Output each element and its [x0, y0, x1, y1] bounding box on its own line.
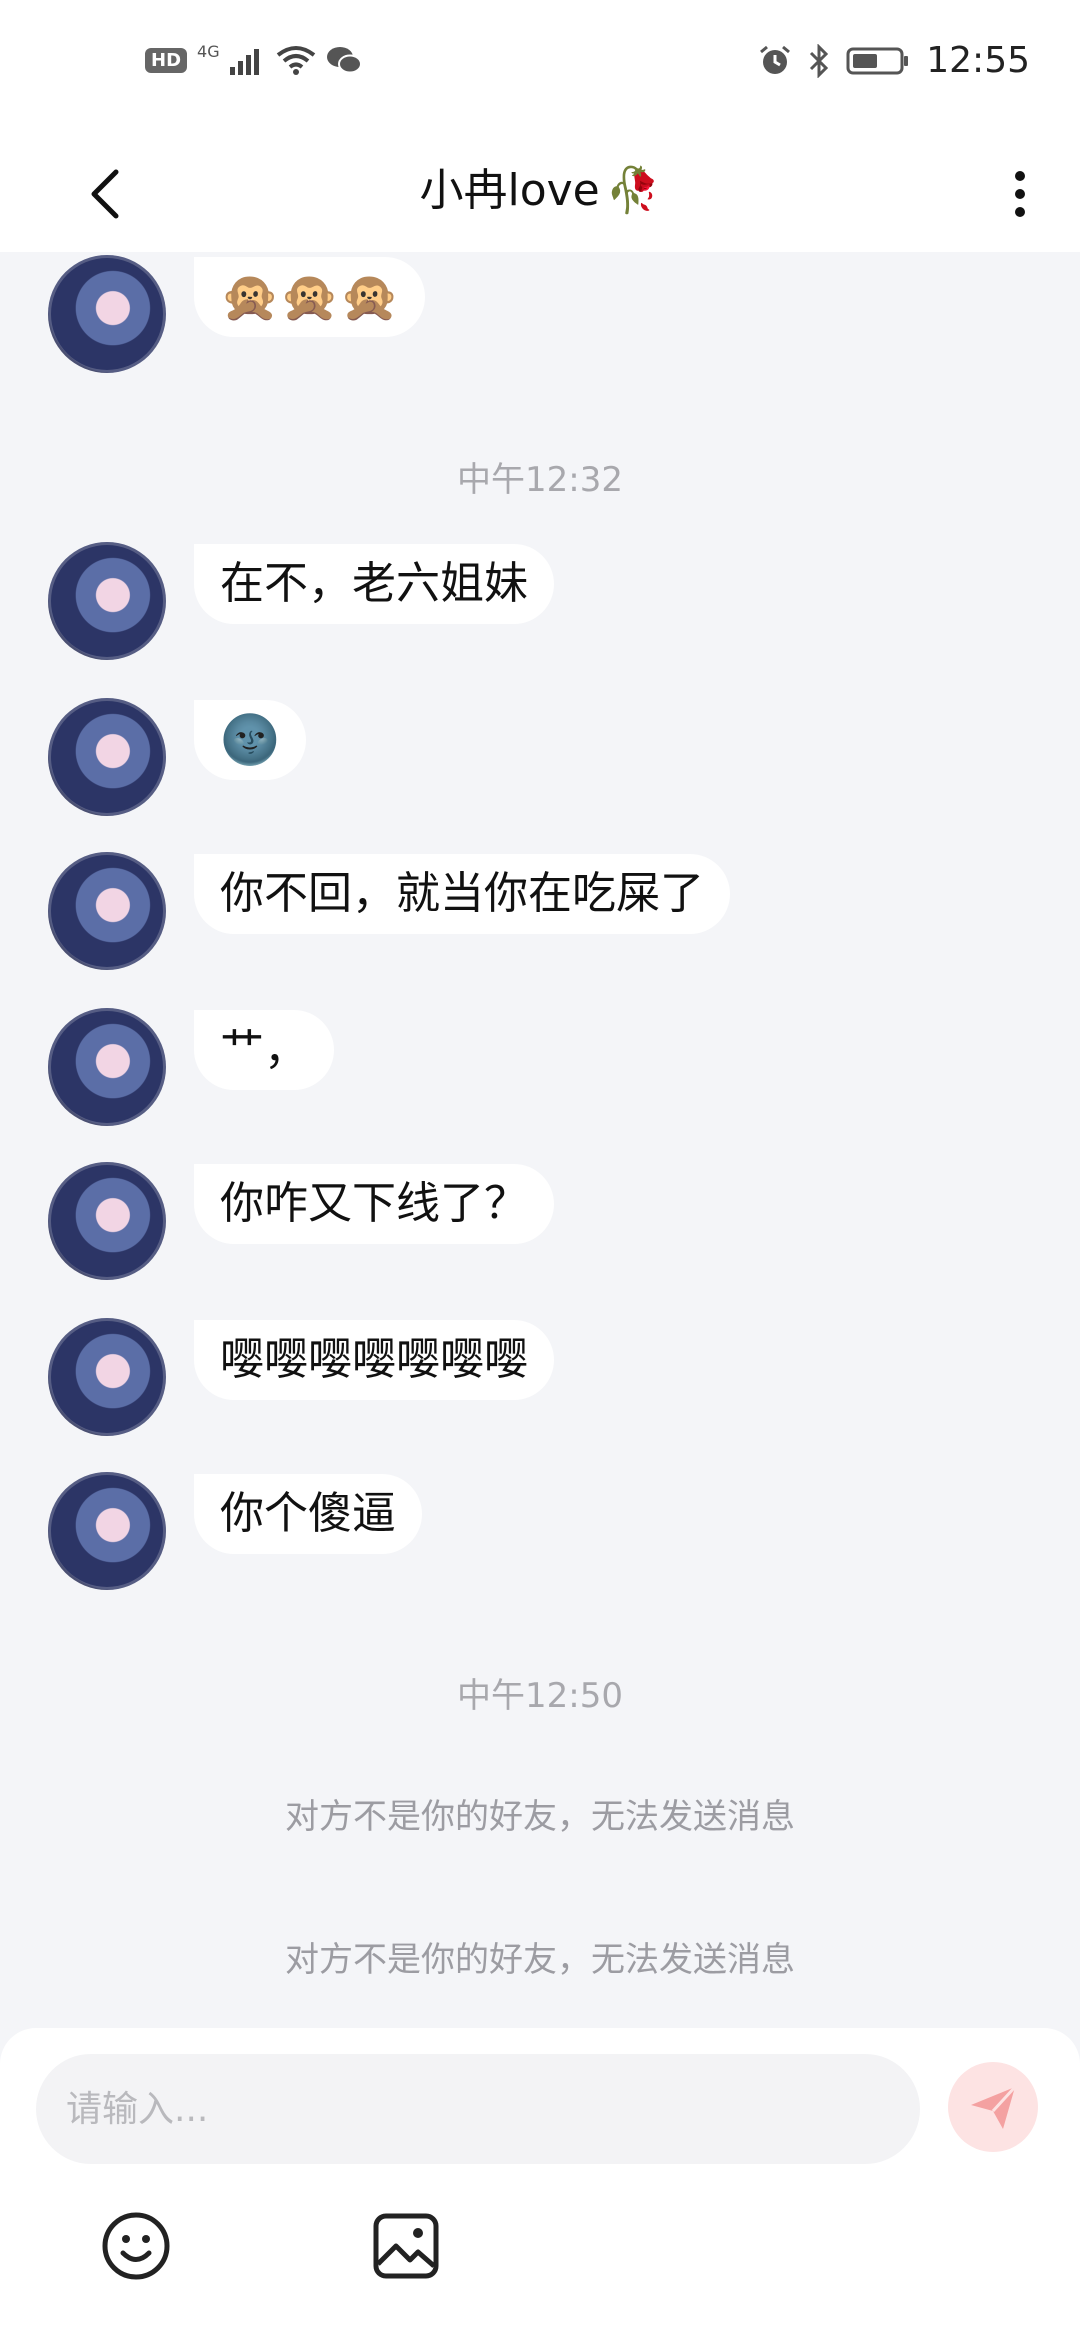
system-notice: 对方不是你的好友，无法发送消息 [285, 1797, 795, 1837]
avatar[interactable] [48, 255, 166, 373]
avatar[interactable] [48, 1162, 166, 1280]
message-bubble[interactable]: 你个傻逼 [194, 1474, 422, 1554]
emoji-button[interactable] [96, 2206, 176, 2286]
image-button[interactable] [366, 2206, 446, 2286]
wechat-icon [326, 47, 362, 74]
status-right-icons: 12:55 [758, 40, 1030, 81]
chat-header: 小冉love 🥀 [0, 130, 1080, 252]
composer [0, 2028, 1080, 2340]
message-bubble[interactable]: 你不回，就当你在吃屎了 [194, 854, 730, 934]
message-bubble[interactable]: 艹， [194, 1010, 334, 1090]
message-bubble[interactable]: 🙊🙊🙊 [194, 257, 426, 337]
message-item: 你咋又下线了？ [48, 1162, 554, 1280]
message-item: 嘤嘤嘤嘤嘤嘤嘤 [48, 1318, 554, 1436]
battery-icon [846, 47, 909, 74]
clock: 12:55 [926, 40, 1030, 81]
avatar[interactable] [48, 1472, 166, 1590]
message-input[interactable] [36, 2054, 920, 2164]
chat-title: 小冉love 🥀 [0, 154, 1080, 218]
avatar[interactable] [48, 698, 166, 816]
image-icon [373, 2213, 439, 2279]
hd-badge: HD [145, 47, 188, 73]
message-item: 你个傻逼 [48, 1472, 422, 1590]
alarm-icon [760, 45, 791, 74]
avatar[interactable] [48, 1318, 166, 1436]
smiley-icon [102, 2212, 170, 2280]
avatar[interactable] [48, 852, 166, 970]
send-icon [971, 2085, 1017, 2129]
network-type: 4G [197, 41, 220, 61]
message-bubble[interactable]: 在不，老六姐妹 [194, 544, 554, 624]
status-bar: HD 4G 12:55 [0, 0, 1080, 130]
message-item: 在不，老六姐妹 [48, 542, 554, 660]
message-item: 你不回，就当你在吃屎了 [48, 852, 730, 970]
avatar[interactable] [48, 1008, 166, 1126]
message-item: 🌚 [48, 698, 306, 816]
timestamp: 中午12:32 [457, 460, 623, 500]
status-left-icons: HD 4G [145, 41, 362, 75]
message-bubble[interactable]: 🌚 [194, 700, 306, 780]
more-options-button[interactable] [980, 152, 1060, 232]
message-item: 艹， [48, 1008, 334, 1126]
more-vertical-icon [1015, 171, 1025, 217]
wifi-icon [276, 46, 315, 75]
contact-name: 小冉love [419, 165, 600, 216]
avatar[interactable] [48, 542, 166, 660]
timestamp: 中午12:50 [457, 1676, 623, 1716]
message-bubble[interactable]: 你咋又下线了？ [194, 1164, 554, 1244]
message-bubble[interactable]: 嘤嘤嘤嘤嘤嘤嘤 [194, 1320, 554, 1400]
system-notice: 对方不是你的好友，无法发送消息 [285, 1940, 795, 1980]
rose-emoji: 🥀 [605, 165, 661, 216]
message-item: 🙊🙊🙊 [48, 255, 426, 373]
message-list[interactable]: 🙊🙊🙊 中午12:32 在不，老六姐妹 🌚 你不回，就当你在吃屎了 艹， 你咋又… [0, 252, 1080, 2028]
bluetooth-icon [810, 43, 829, 78]
signal-icon [229, 49, 259, 75]
send-button[interactable] [948, 2062, 1038, 2152]
